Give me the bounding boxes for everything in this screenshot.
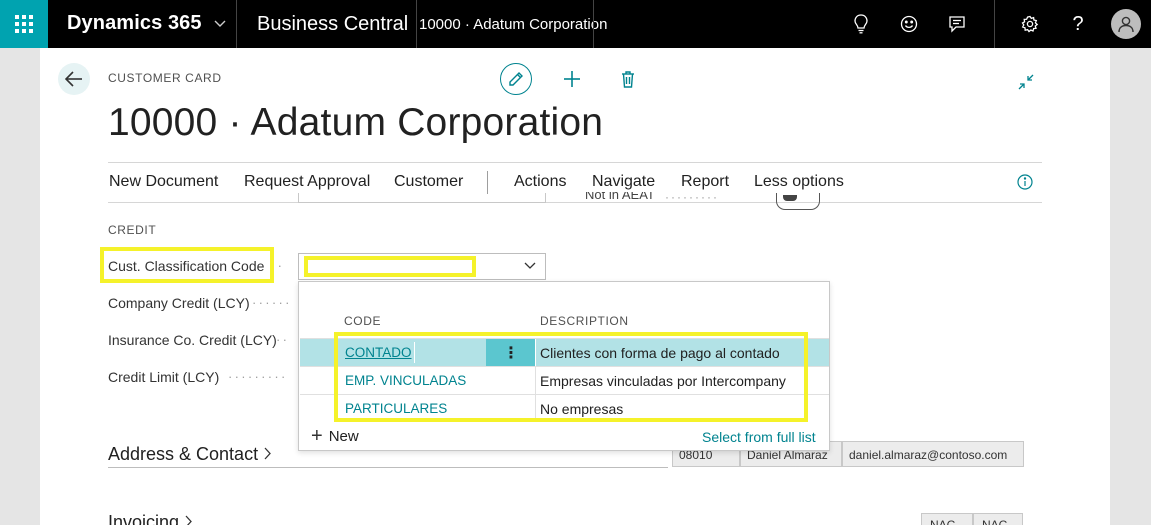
divider [593,0,594,48]
column-header-description[interactable]: DESCRIPTION [540,314,629,328]
page-title: 10000 · Adatum Corporation [108,101,604,144]
divider [994,0,995,48]
highlight-box [334,332,808,422]
fasttab-address-contact[interactable]: Address & Contact [108,444,272,465]
divider [108,467,668,468]
action-navigate[interactable]: Navigate [592,173,655,191]
fasttab-label: Address & Contact [108,444,259,464]
help-icon[interactable]: ? [1066,12,1090,36]
highlight-box [100,247,274,283]
top-navigation-bar: Dynamics 365 Business Central 10000 · Ad… [0,0,1151,48]
chevron-down-icon[interactable] [523,258,537,277]
divider [108,162,1042,163]
gear-icon[interactable] [1018,12,1042,36]
action-less-options[interactable]: Less options [754,173,844,191]
section-title-credit: CREDIT [108,223,157,237]
chevron-right-icon [184,512,193,525]
brand-menu[interactable]: Dynamics 365 [67,12,226,35]
brand-name: Dynamics 365 [67,12,202,34]
delete-trash-icon[interactable] [618,69,638,89]
fasttab-label: Invoicing [108,512,180,525]
highlight-box [304,256,476,277]
page-name: 10000 · Adatum Corporation [419,16,608,33]
invoicing-cell: NAC [921,513,973,525]
chevron-down-icon [214,16,226,31]
action-actions[interactable]: Actions [514,173,566,191]
app-name[interactable]: Business Central [257,13,408,36]
smiley-feedback-icon[interactable] [897,12,921,36]
info-icon[interactable] [1017,174,1033,190]
fasttab-invoicing[interactable]: Invoicing [108,512,193,525]
divider [487,171,488,194]
invoicing-cell: NAC [973,513,1023,525]
plus-icon: + [311,425,323,447]
collapse-icon[interactable] [1016,72,1036,92]
app-launcher-waffle-icon[interactable] [0,0,48,48]
lightbulb-icon[interactable] [849,12,873,36]
action-request-approval[interactable]: Request Approval [244,173,370,191]
page-caption: CUSTOMER CARD [108,71,222,85]
add-plus-icon[interactable] [562,69,582,89]
partial-field-box [298,193,546,203]
divider [236,0,237,48]
action-report[interactable]: Report [681,173,729,191]
action-customer[interactable]: Customer [394,173,463,191]
field-label-insurance-co-credit: Insurance Co. Credit (LCY) [108,332,277,348]
partial-field-label: Not in AEAT [585,192,655,202]
dot-leader: ·· [276,332,290,347]
edit-pencil-icon[interactable] [500,63,532,95]
new-button[interactable]: + New [311,425,359,447]
dot-leader: ········· [665,190,719,204]
back-arrow-icon[interactable] [58,63,90,95]
divider [416,0,417,48]
select-from-full-list-link[interactable]: Select from full list [702,429,816,445]
column-header-code[interactable]: CODE [344,314,381,328]
action-new-document[interactable]: New Document [109,173,218,191]
field-label-credit-limit: Credit Limit (LCY) [108,369,220,385]
address-cell-email: daniel.almaraz@contoso.com [842,441,1024,467]
dot-leader: ········· [228,369,288,384]
field-label-company-credit: Company Credit (LCY) [108,295,250,311]
chat-icon[interactable] [945,12,969,36]
divider [108,202,1042,203]
partial-toggle-switch[interactable] [776,193,820,210]
new-button-label: New [328,428,359,445]
avatar[interactable] [1111,9,1141,39]
chevron-right-icon [263,444,272,464]
dot-leader: ······ [252,295,292,310]
